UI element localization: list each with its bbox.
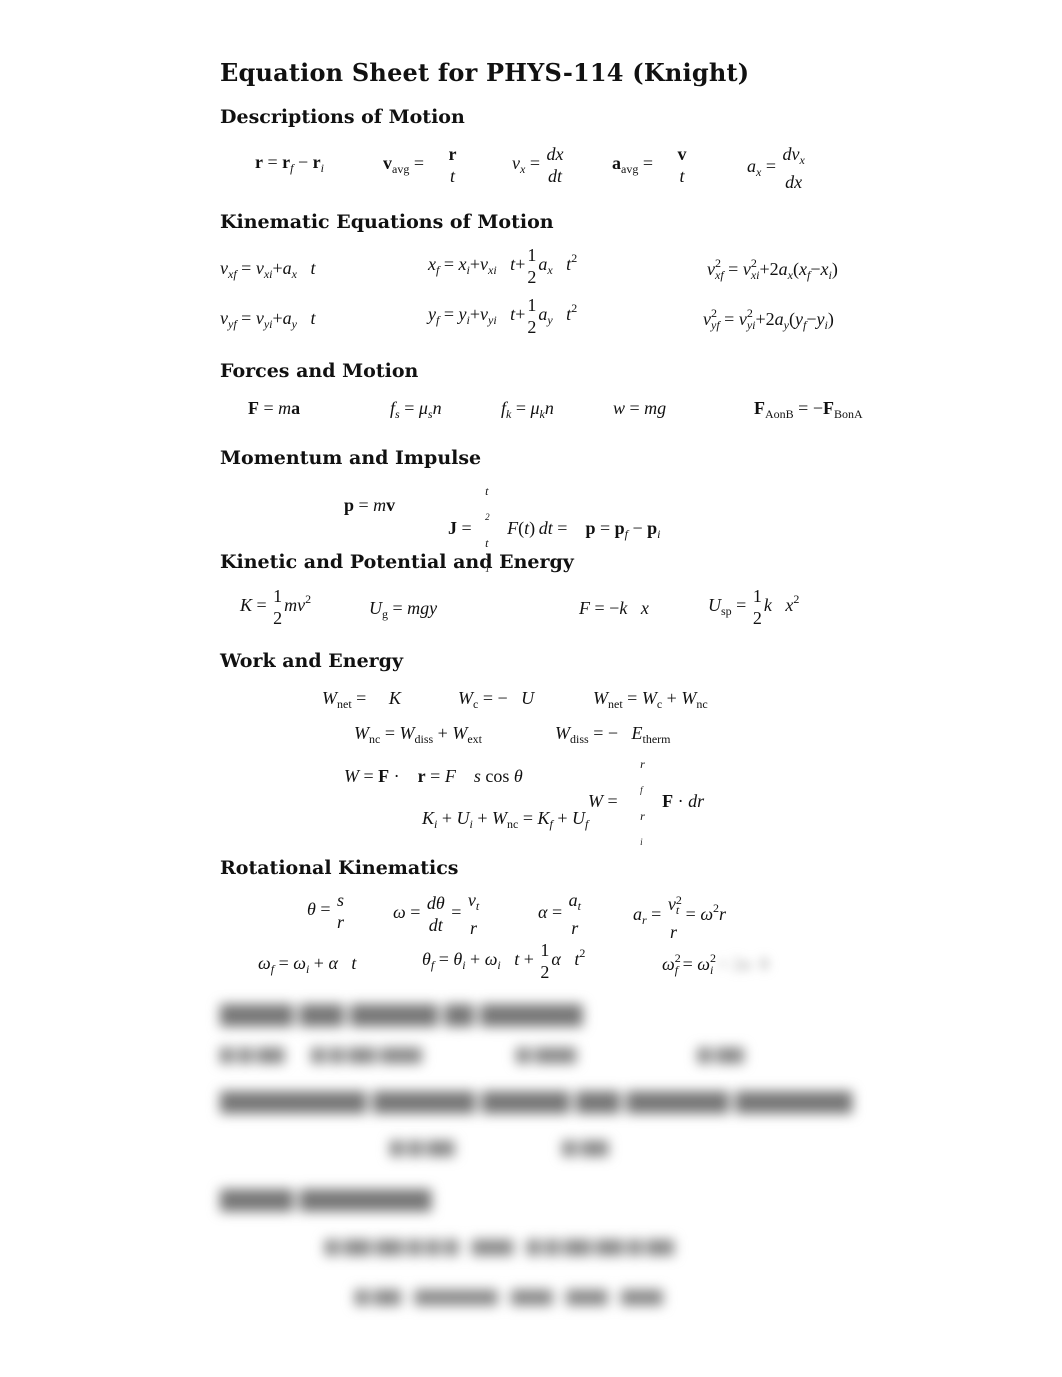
equation-kinetic-friction: fk = μkn [501,398,554,421]
section-heading-momentum-and-impulse: Momentum and Impulse [220,447,482,469]
equation-vxf-squared: v2xf = v2xi+2ax(xf−xi) [707,256,838,282]
section-heading-descriptions-of-motion: Descriptions of Motion [220,106,465,128]
equation-angular-velocity: ω = dθ dt = vt r [393,890,480,938]
equation-hookes-law: F = −k x [579,598,649,618]
equation-angular-acceleration: α = at r [538,890,581,938]
equation-spring-potential: Usp = 12k x2 [708,586,800,628]
equation-omega-final: ωf = ωi + α t [258,953,357,976]
equation-displacement: r = rf − ri [255,152,324,175]
equation-average-acceleration: aavg = vt [612,144,687,186]
equation-conservative-work: Wc = − U [458,688,535,711]
blurred-equations-row: ▆ ▆▆ ▆▆ ▆ ▆ ▆ ▆▆▆ ▆ ▆ ▆▆ ▆▆ ▆ ▆▆ [325,1235,674,1255]
blurred-section-heading: █████ ███ ██████ ██ ███████ [220,1005,583,1027]
equation-omega-final-squared: ω2f = ω2i + 2α θ [662,951,769,977]
section-heading-work-and-energy: Work and Energy [220,650,403,672]
blurred-section-heading: ██████████ ███████ ██████ ███ ███████ ██… [220,1092,853,1114]
blurred-section-heading: █████ █████████ [220,1190,432,1212]
equation-xf: xf = xi+vxi t+ 1 2 ax t2 [428,245,578,287]
equation-vyf-squared: v2yf = v2yi+2ay(yf−yi) [703,306,834,332]
equation-energy-conservation: Ki + Ui + Wnc = Kf + Uf [422,808,589,831]
blurred-equations-row: ▆ ▆▆ ▆▆▆▆▆▆ ▆▆▆ ▆▆▆ ▆▆▆ [355,1285,663,1305]
equation-vxf: vxf = vxi+ax t [220,258,316,281]
section-heading-kinetic-potential-energy: Kinetic and Potential and Energy [220,551,574,573]
equation-velocity-x: vx = dx dt [512,144,564,186]
equation-static-friction: fs = μsn [390,398,442,421]
equation-momentum: p = mv [344,495,396,515]
section-heading-rotational-kinematics: Rotational Kinematics [220,857,459,879]
blurred-equations-row: ▆ ▆ ▆▆ ▆ ▆▆ [390,1136,609,1156]
equation-weight: w = mg [613,398,667,418]
equation-dissipative-work: Wdiss = − Etherm [555,723,671,746]
equation-sheet-page: Equation Sheet for PHYS-114 (Knight) Des… [0,0,1062,1377]
section-heading-kinematic-equations: Kinematic Equations of Motion [220,211,554,233]
equation-vyf: vyf = vyi+ay t [220,308,316,331]
equation-work-integral: W = rfriF · dr [588,757,705,847]
section-heading-forces-and-motion: Forces and Motion [220,360,419,382]
equation-acceleration-x: ax = dvx dx [747,144,805,192]
equation-kinetic-energy: K = 1 2 mv2 [240,586,312,628]
equation-average-velocity: vavg = rt [383,144,457,186]
equation-gravitational-potential: Ug = mgy [369,598,438,621]
blurred-equations-row: ▆ ▆ ▆▆ ▆ ▆ ▆▆ ▆▆▆ ▆ ▆▆▆ ▆ ▆▆ [220,1043,744,1063]
equation-net-work: Wnet = Wc + Wnc [593,688,708,711]
equation-nonconservative-work: Wnc = Wdiss + Wext [354,723,482,746]
equation-radial-acceleration: ar = v2t r = ω2r [633,893,727,942]
equation-newton-third-law: FAonB = −FBonA [754,398,863,421]
equation-work-energy-theorem: Wnet = K [322,688,401,711]
equation-angle-arc: θ = sr [307,890,345,932]
equation-yf: yf = yi+vyi t+ 1 2 ay t2 [428,295,578,337]
equation-newton-second-law: F = ma [248,398,301,418]
page-title: Equation Sheet for PHYS-114 (Knight) [220,58,750,87]
equation-work-dot-product: W = F · r = F s cos θ [344,766,523,786]
equation-theta-final: θf = θi + ωi t + 12α t2 [422,940,586,982]
